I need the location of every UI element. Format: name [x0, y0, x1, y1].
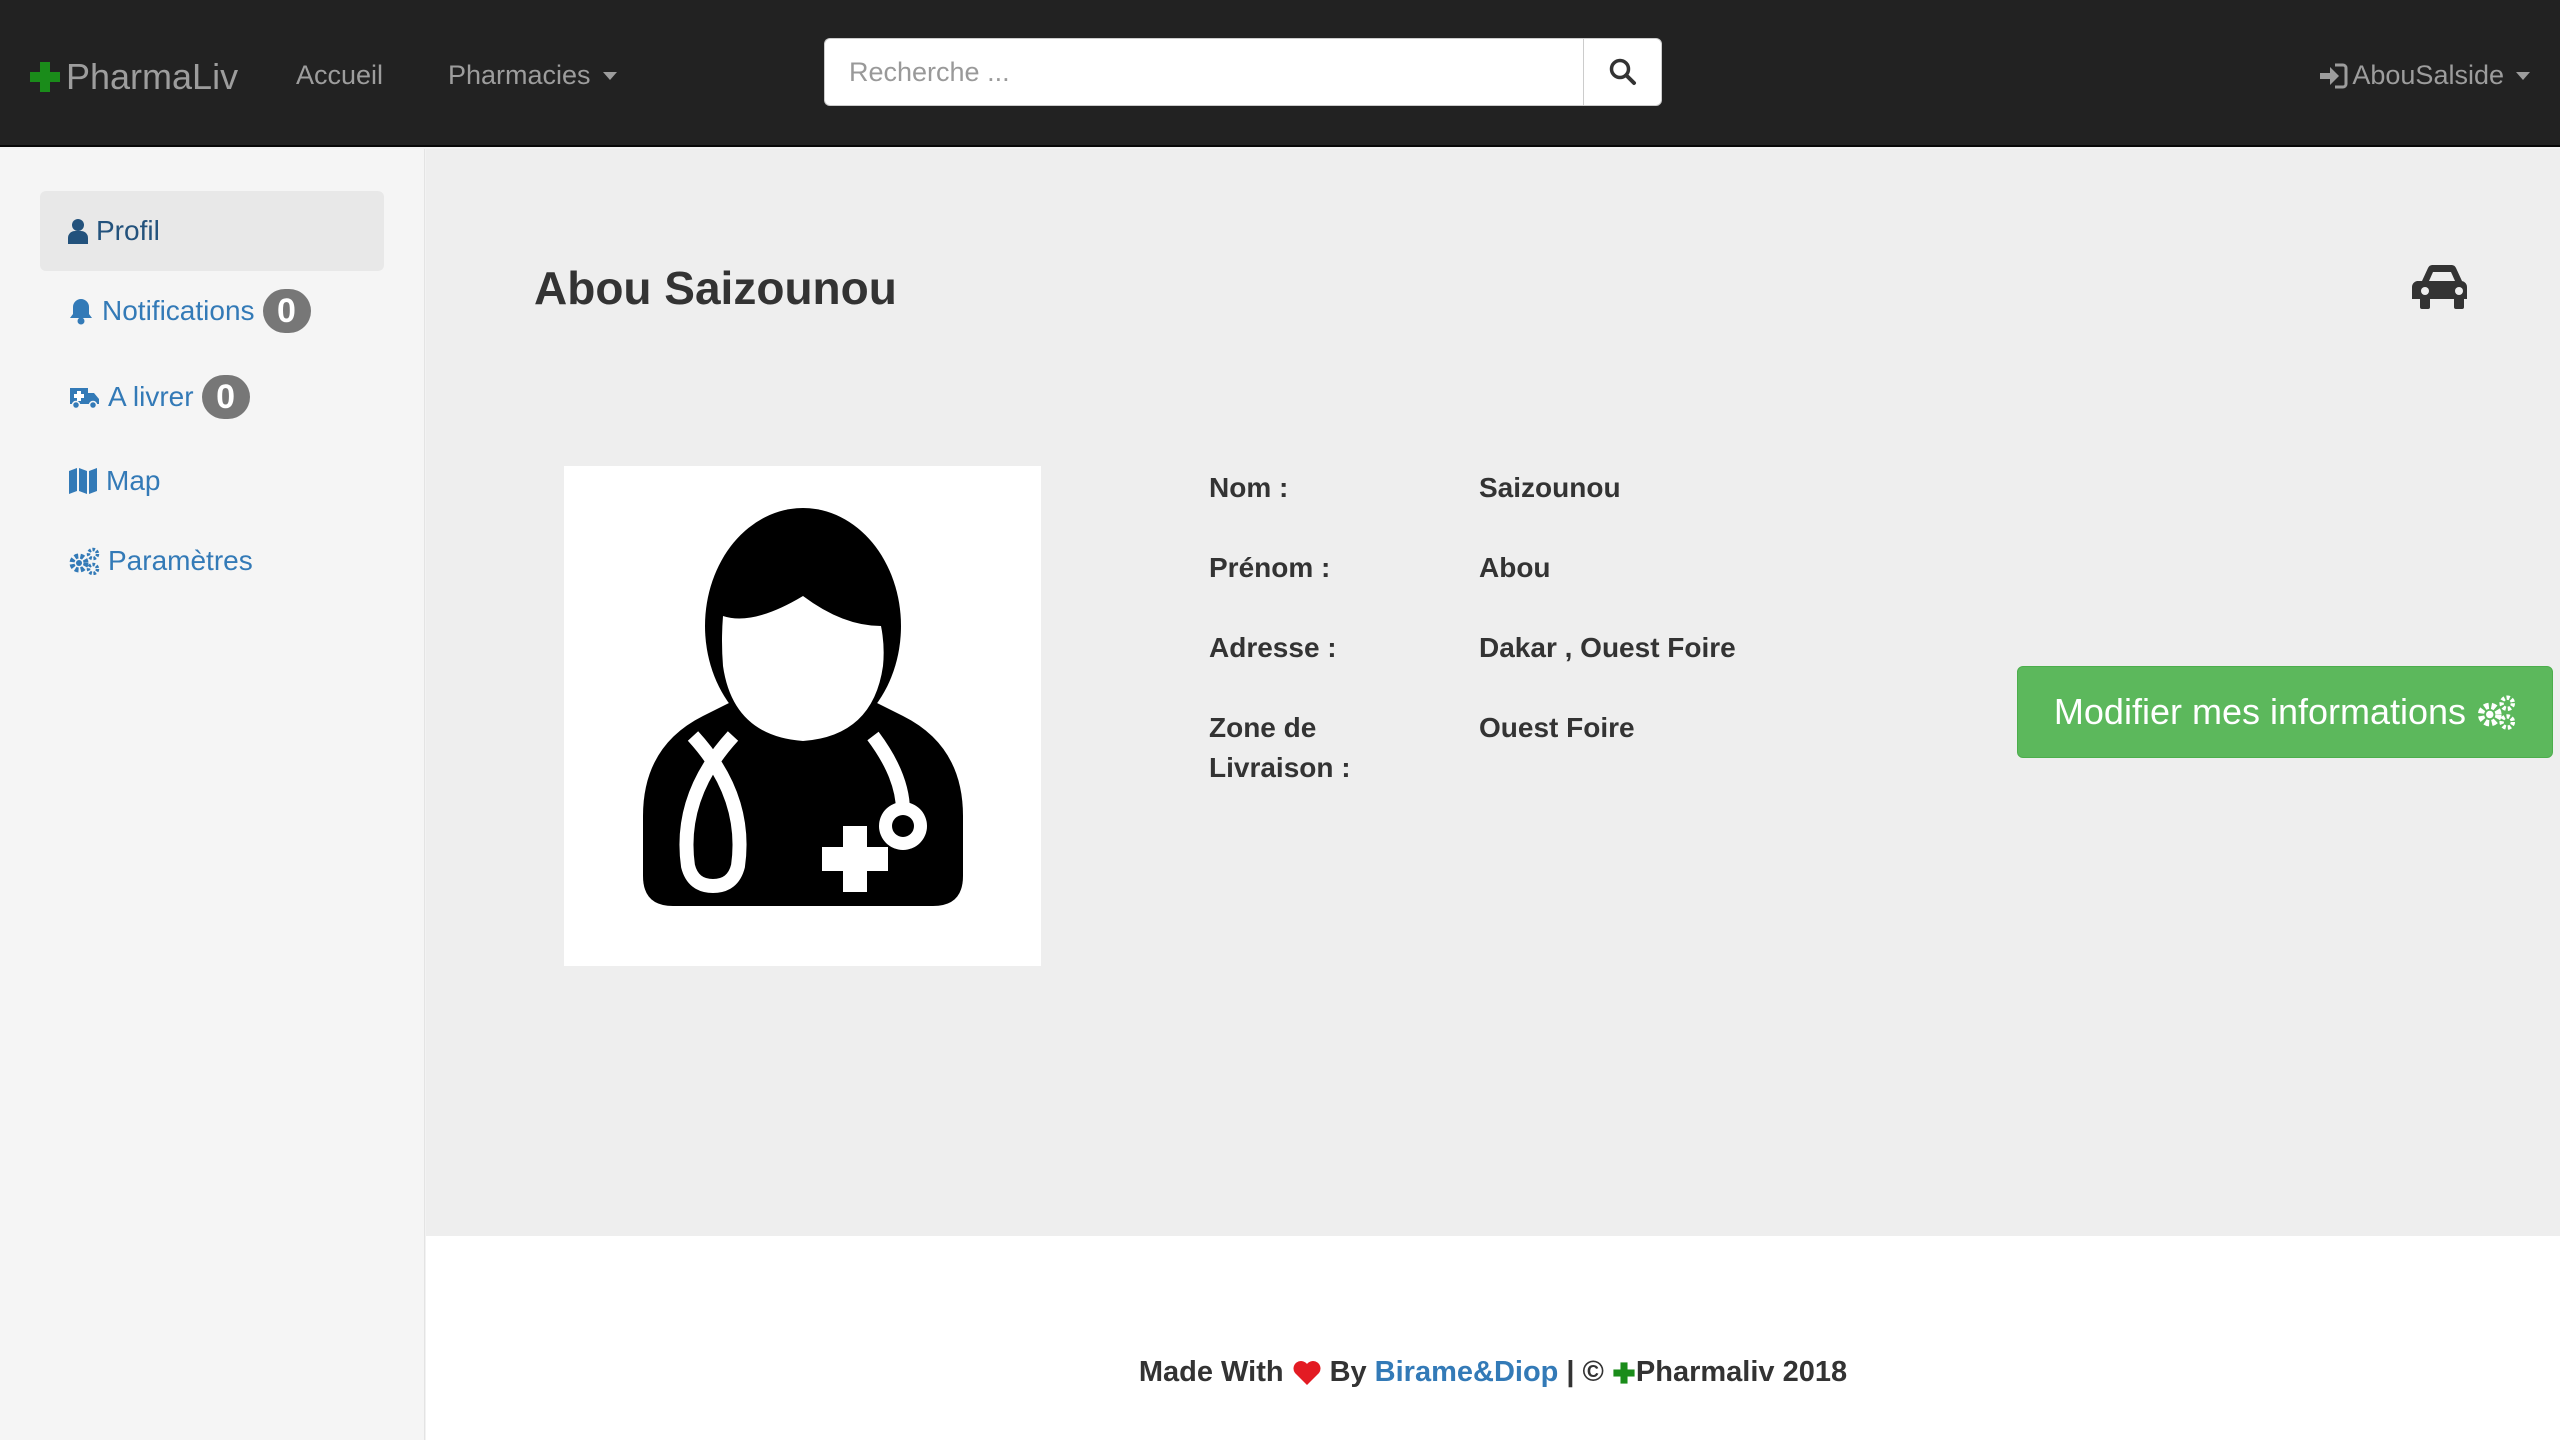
profile-panel: Abou Saizounou Nom: Saizounou Prénom: … — [426, 149, 2560, 1236]
sidebar-item-notifications[interactable]: Notifications 0 — [40, 271, 384, 351]
search-button[interactable] — [1583, 38, 1662, 106]
caret-down-icon — [2516, 71, 2530, 80]
sidebar-item-label: Notifications — [102, 295, 255, 326]
bell-icon — [70, 299, 92, 325]
user-name: AbouSalside — [2352, 60, 2504, 90]
nav-accueil-label: Accueil — [296, 60, 384, 90]
info-value: Ouest Foire — [1479, 712, 1635, 743]
plus-icon — [1613, 1361, 1635, 1384]
sidebar-item-label: Profil — [96, 215, 160, 246]
sidebar-item-map[interactable]: Map — [40, 441, 384, 521]
brand-link[interactable]: PharmaLiv — [28, 52, 238, 102]
search-input[interactable] — [824, 38, 1583, 106]
info-value: Saizounou — [1479, 472, 1621, 503]
delivery-count-badge: 0 — [201, 375, 250, 419]
footer: Made With By Birame&Diop | © Pharmaliv 2… — [426, 1236, 2560, 1440]
sidebar-item-label: A livrer — [108, 381, 194, 412]
cogs-icon — [69, 547, 100, 575]
top-navbar: PharmaLiv Accueil Pharmacies AbouSalside — [0, 0, 2560, 147]
nav-pharmacies-label: Pharmacies — [448, 60, 591, 90]
doctor-avatar-icon — [642, 508, 963, 906]
sign-in-icon — [2320, 63, 2348, 88]
info-value: Dakar , Ouest Foire — [1479, 632, 1736, 663]
info-label: Nom : — [1209, 472, 1289, 503]
avatar — [564, 466, 1041, 966]
user-icon — [68, 219, 88, 244]
footer-by: By — [1329, 1356, 1367, 1388]
info-label: Adresse : — [1209, 632, 1337, 663]
user-dropdown[interactable]: AbouSalside — [2318, 60, 2530, 91]
map-icon — [69, 468, 97, 494]
page-title: Abou Saizounou — [534, 262, 897, 314]
footer-credits: Made With By Birame&Diop | © Pharmaliv 2… — [426, 1356, 2560, 1389]
footer-made-with: Made With — [1138, 1356, 1284, 1388]
sidebar-item-label: Paramètres — [108, 545, 253, 576]
footer-author-link[interactable]: Birame&Diop — [1375, 1356, 1559, 1389]
nav-accueil[interactable]: Accueil — [296, 60, 383, 91]
search-icon — [1609, 58, 1636, 85]
search-group — [824, 38, 1662, 106]
heart-icon — [1293, 1360, 1321, 1385]
brand-name: PharmaLiv — [66, 56, 239, 97]
sidebar-item-label: Map — [106, 465, 161, 496]
footer-brand: Pharmaliv 2018 — [1635, 1356, 1848, 1388]
footer-separator: | © — [1566, 1356, 1604, 1388]
notification-count-badge: 0 — [262, 289, 311, 333]
sidebar-item-parametres[interactable]: Paramètres — [40, 521, 384, 601]
sidebar-item-a-livrer[interactable]: A livrer 0 — [40, 357, 384, 437]
plus-icon — [30, 62, 60, 92]
sidebar: Profil Notifications 0 A livrer 0 Map Pa… — [0, 149, 425, 1440]
ambulance-icon — [70, 388, 99, 410]
car-icon — [2412, 265, 2468, 309]
caret-down-icon — [602, 71, 617, 80]
cogs-icon — [2477, 695, 2516, 730]
info-value: Abou — [1479, 552, 1551, 583]
info-label: Zone de Livraison : — [1209, 712, 1351, 783]
info-label: Prénom : — [1209, 552, 1331, 583]
sidebar-item-profil[interactable]: Profil — [40, 191, 384, 271]
edit-profile-button[interactable]: Modifier mes informations — [2017, 666, 2553, 758]
edit-profile-label: Modifier mes informations — [2053, 691, 2467, 732]
nav-pharmacies-dropdown[interactable]: Pharmacies — [448, 60, 617, 91]
